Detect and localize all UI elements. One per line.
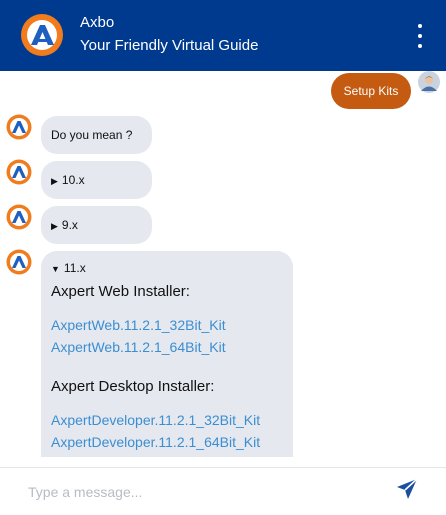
developer-64bit-link[interactable]: AxpertDeveloper.11.2.1_64Bit_Kit [51,431,283,453]
chat-header: Axbo Your Friendly Virtual Guide [0,0,446,71]
message-list[interactable]: Setup Kits Do you mean ? ▶ 10.x ▶ 9.x ▼ 11.… [0,71,446,457]
message-composer [0,468,446,515]
option-11x-expanded-bubble: ▼ 11.x Axpert Web Installer: AxpertWeb.11… [41,251,293,457]
axbo-logo-icon [21,14,63,56]
bot-avatar-icon [6,204,32,230]
web-installer-title: Axpert Web Installer: [51,283,190,300]
bot-avatar-icon [6,159,32,185]
user-message-bubble: Setup Kits [331,73,411,109]
option-10x-bubble[interactable]: ▶ 10.x [41,161,152,199]
bot-avatar-icon [6,114,32,140]
desktop-installer-title: Axpert Desktop Installer: [51,378,215,395]
user-avatar-icon [418,71,440,93]
option-9x-bubble[interactable]: ▶ 9.x [41,206,152,244]
option-label: 9.x [61,218,78,232]
expand-triangle-icon: ▶ [51,176,58,186]
bot-subtitle: Your Friendly Virtual Guide [80,37,259,54]
send-icon[interactable] [395,477,419,501]
message-input[interactable] [26,478,370,506]
option-label: 11.x [63,261,86,275]
bot-name: Axbo [80,14,115,31]
option-label: 10.x [61,173,85,187]
web-64bit-link[interactable]: AxpertWeb.11.2.1_64Bit_Kit [51,336,283,358]
web-32bit-link[interactable]: AxpertWeb.11.2.1_32Bit_Kit [51,314,283,336]
collapse-triangle-icon: ▼ [51,264,60,274]
bot-prompt-bubble: Do you mean ? [41,116,152,154]
bot-avatar-icon [6,249,32,275]
kebab-menu-icon[interactable] [410,24,430,48]
option-11x-toggle[interactable]: ▼ 11.x [51,261,283,275]
expand-triangle-icon: ▶ [51,221,58,231]
developer-32bit-link[interactable]: AxpertDeveloper.11.2.1_32Bit_Kit [51,409,283,431]
